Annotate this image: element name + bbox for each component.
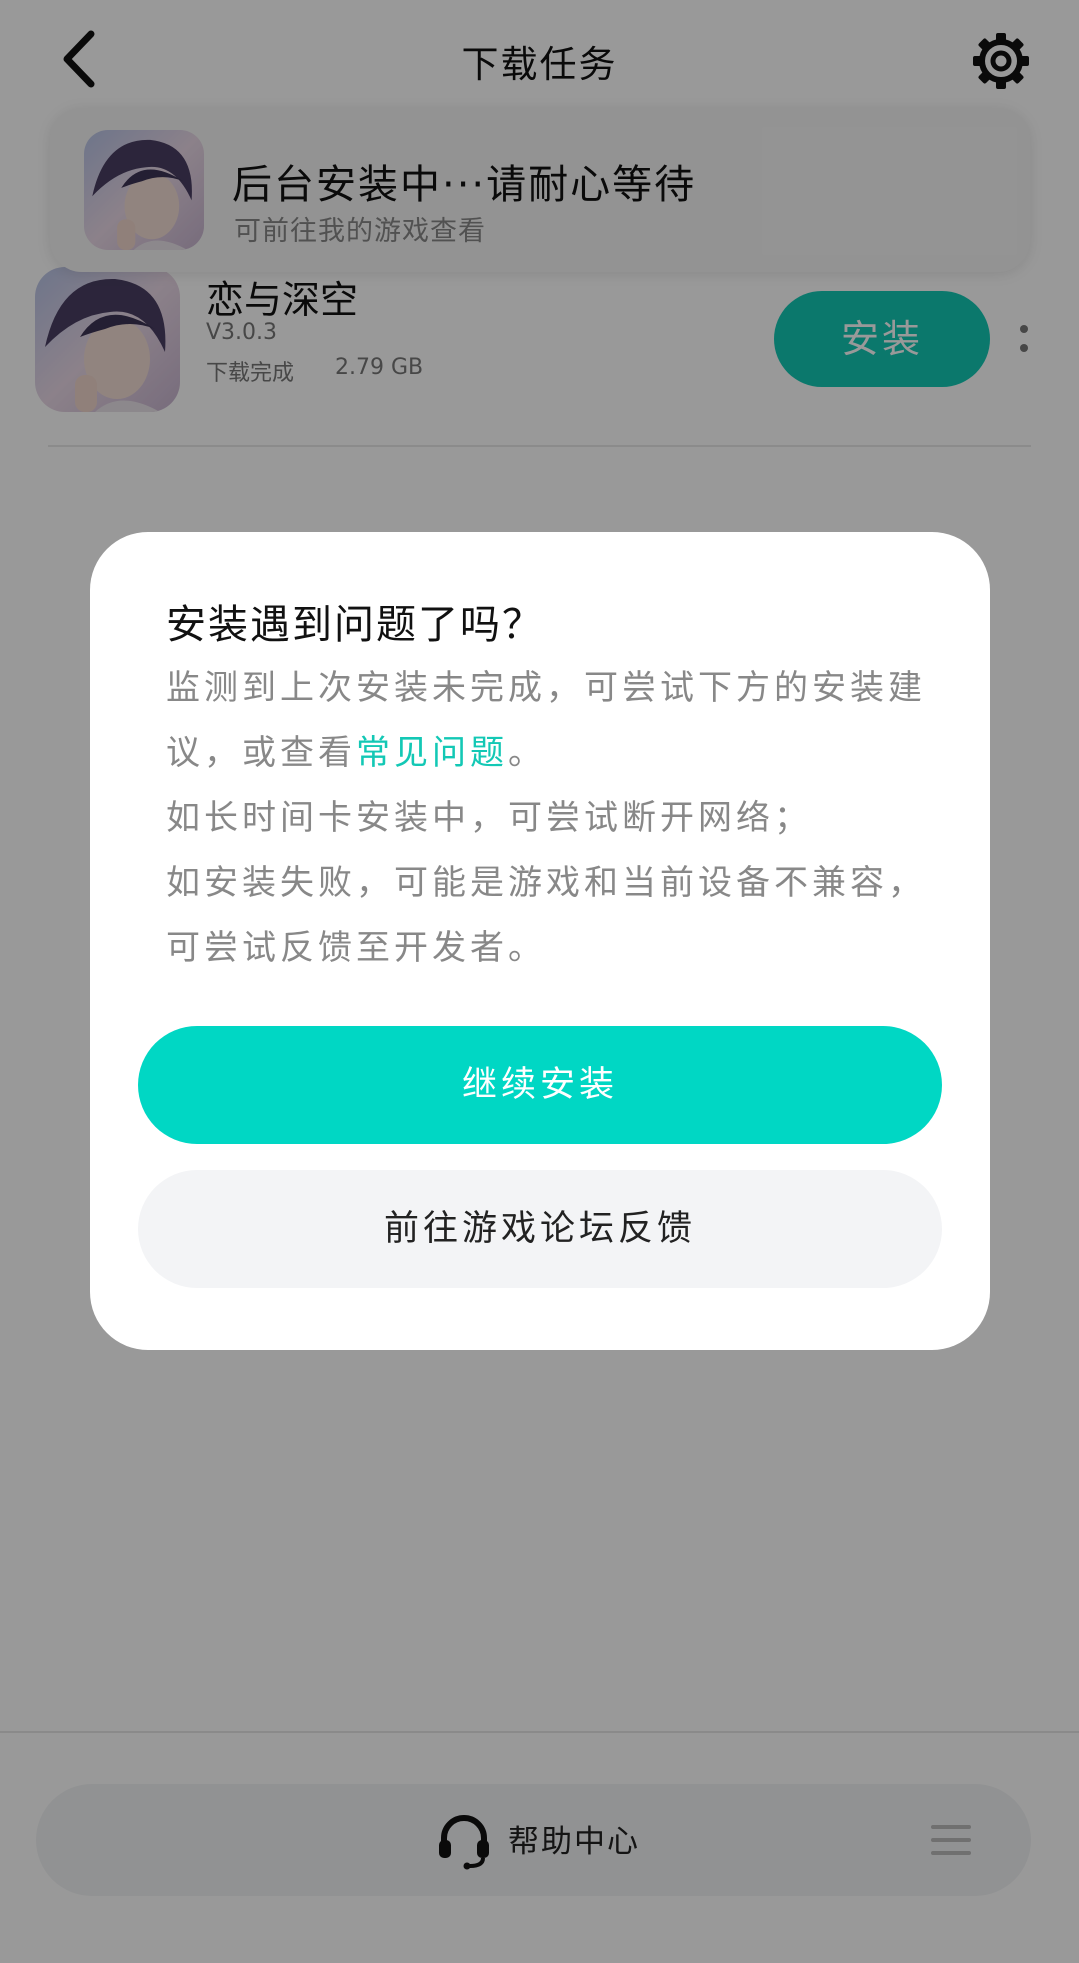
dialog-text: 。: [508, 733, 546, 773]
forum-feedback-button[interactable]: 前往游戏论坛反馈: [138, 1170, 942, 1288]
dialog-title: 安装遇到问题了吗？: [166, 602, 544, 648]
dialog-paragraph: 如安装失败，可能是游戏和当前设备不兼容，可尝试反馈至开发者。: [166, 863, 926, 968]
install-problem-dialog: 安装遇到问题了吗？ 监测到上次安装未完成，可尝试下方的安装建议，或查看常见问题。…: [90, 532, 990, 1350]
dialog-text: 监测到上次安装未完成，可尝试下方的安装建议，或查看: [166, 668, 926, 773]
dialog-body: 监测到上次安装未完成，可尝试下方的安装建议，或查看常见问题。 如长时间卡安装中，…: [166, 656, 926, 981]
dialog-paragraph: 如长时间卡安装中，可尝试断开网络；: [166, 798, 812, 838]
dialog-paragraph: 监测到上次安装未完成，可尝试下方的安装建议，或查看常见问题。: [166, 656, 926, 786]
faq-link[interactable]: 常见问题: [356, 733, 508, 773]
continue-install-button[interactable]: 继续安装: [138, 1026, 942, 1144]
